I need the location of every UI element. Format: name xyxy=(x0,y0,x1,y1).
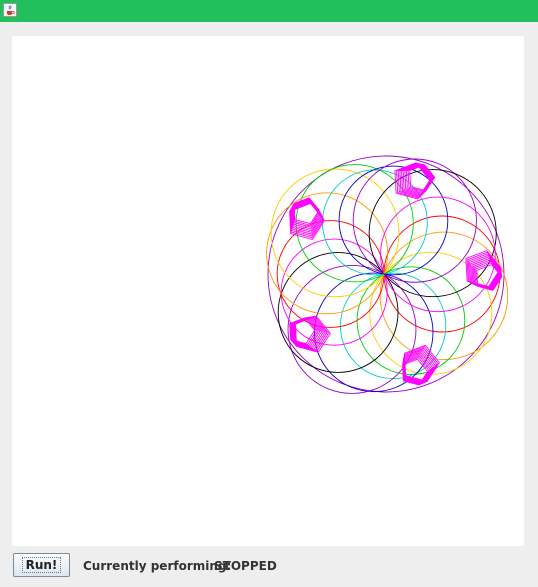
status-value: STOPPED xyxy=(214,559,277,573)
spirograph-drawing xyxy=(266,155,509,394)
java-cup-icon[interactable] xyxy=(3,3,17,17)
spiro-ring xyxy=(287,264,417,394)
run-button[interactable]: Run! xyxy=(13,553,70,577)
run-button-label: Run! xyxy=(21,557,62,573)
spiro-ring xyxy=(352,158,477,283)
drawing-canvas xyxy=(12,36,524,546)
title-bar xyxy=(0,0,538,22)
status-label: Currently performing: xyxy=(83,559,232,573)
